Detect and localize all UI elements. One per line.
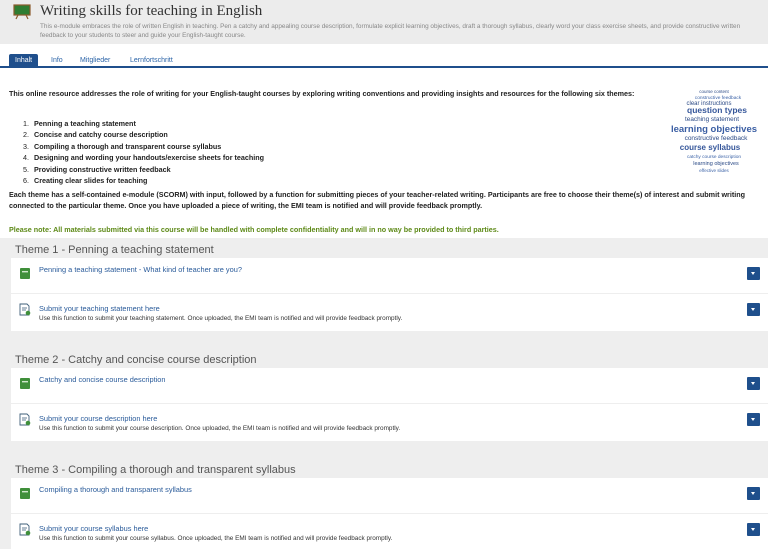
submit-document-icon [19, 523, 31, 536]
tab-info[interactable]: Info [45, 54, 69, 68]
svg-text:course syllabus: course syllabus [680, 143, 741, 152]
svg-text:effective slides: effective slides [699, 168, 729, 173]
svg-text:constructive feedback: constructive feedback [685, 135, 749, 142]
activity-description: Use this function to submit your course … [39, 535, 393, 542]
section-title-theme-1: Theme 1 - Penning a teaching statement [15, 244, 214, 256]
svg-text:catchy course description: catchy course description [687, 154, 741, 160]
course-header: Writing skills for teaching in English T… [0, 0, 768, 44]
tab-inhalt[interactable]: Inhalt [9, 54, 39, 68]
intro-body: Each theme has a self-contained e-module… [9, 190, 746, 210]
activity-link[interactable]: Submit your course description here [39, 414, 157, 423]
svg-text:learning objectives: learning objectives [693, 161, 739, 167]
activity-link[interactable]: Submit your teaching statement here [39, 304, 160, 313]
chalkboard-icon [13, 4, 31, 20]
chevron-down-icon[interactable] [747, 413, 760, 426]
theme-list-item: 5. Providing constructive written feedbac… [23, 164, 171, 174]
section-title-theme-3: Theme 3 - Compiling a thorough and trans… [15, 464, 296, 476]
theme-list-item: 1. Penning a teaching statement [23, 119, 136, 128]
activity-link[interactable]: Submit your course syllabus here [39, 524, 148, 533]
tab-mitglieder[interactable]: Mitglieder [74, 54, 116, 68]
page-title: Writing skills for teaching in English [40, 3, 263, 19]
svg-text:course content: course content [699, 89, 729, 94]
chevron-down-icon[interactable] [747, 377, 760, 390]
theme-list: 1. Penning a teaching statement 2. Concise… [23, 118, 264, 186]
theme-list-item: 6. Creating clear slides for teaching [23, 176, 148, 186]
activity-submit-exercise: Submit your teaching statement here Use … [11, 294, 768, 331]
activity-link[interactable]: Penning a teaching statement - What kind… [39, 265, 242, 274]
svg-text:teaching statement: teaching statement [685, 116, 739, 123]
intro-lead: This online resource addresses the role … [9, 89, 635, 98]
chevron-down-icon[interactable] [747, 523, 760, 536]
tab-lernfortschritt[interactable]: Lernfortschritt [124, 54, 179, 68]
scorm-module-icon [20, 268, 30, 279]
tab-bar: Inhalt Info Mitglieder Lernfortschritt [0, 54, 768, 68]
section-title-theme-2: Theme 2 - Catchy and concise course desc… [15, 354, 257, 366]
activity-scorm-module: Compiling a thorough and transparent syl… [11, 478, 768, 513]
activity-scorm-module: Penning a teaching statement - What kind… [11, 258, 768, 293]
theme-list-item: 2. Concise and catchy course description [23, 130, 168, 140]
word-cloud-image: course content constructive feedback cle… [671, 89, 757, 173]
scorm-module-icon [20, 488, 30, 499]
activity-link[interactable]: Compiling a thorough and transparent syl… [39, 485, 192, 494]
activity-submit-exercise: Submit your course description here Use … [11, 404, 768, 441]
submit-document-icon [19, 303, 31, 316]
theme-list-item: 3. Compiling a thorough and transparent c… [23, 141, 222, 151]
chevron-down-icon[interactable] [747, 303, 760, 316]
activity-link[interactable]: Catchy and concise course description [39, 375, 166, 384]
svg-text:question types: question types [687, 105, 747, 115]
submit-document-icon [19, 413, 31, 426]
scorm-module-icon [20, 378, 30, 389]
theme-list-item: 4. Designing and wording your handouts/ex… [23, 153, 265, 163]
activity-description: Use this function to submit your course … [39, 425, 401, 432]
activity-submit-exercise: Submit your course syllabus here Use thi… [11, 514, 768, 549]
confidentiality-note: Please note: All materials submitted via… [9, 225, 499, 234]
svg-text:learning objectives: learning objectives [671, 124, 757, 135]
activity-description: Use this function to submit your teachin… [39, 315, 403, 322]
activity-scorm-module: Catchy and concise course description [11, 368, 768, 403]
chevron-down-icon[interactable] [747, 487, 760, 500]
course-description: This e-module embraces the role of writt… [40, 23, 741, 39]
chevron-down-icon[interactable] [747, 267, 760, 280]
